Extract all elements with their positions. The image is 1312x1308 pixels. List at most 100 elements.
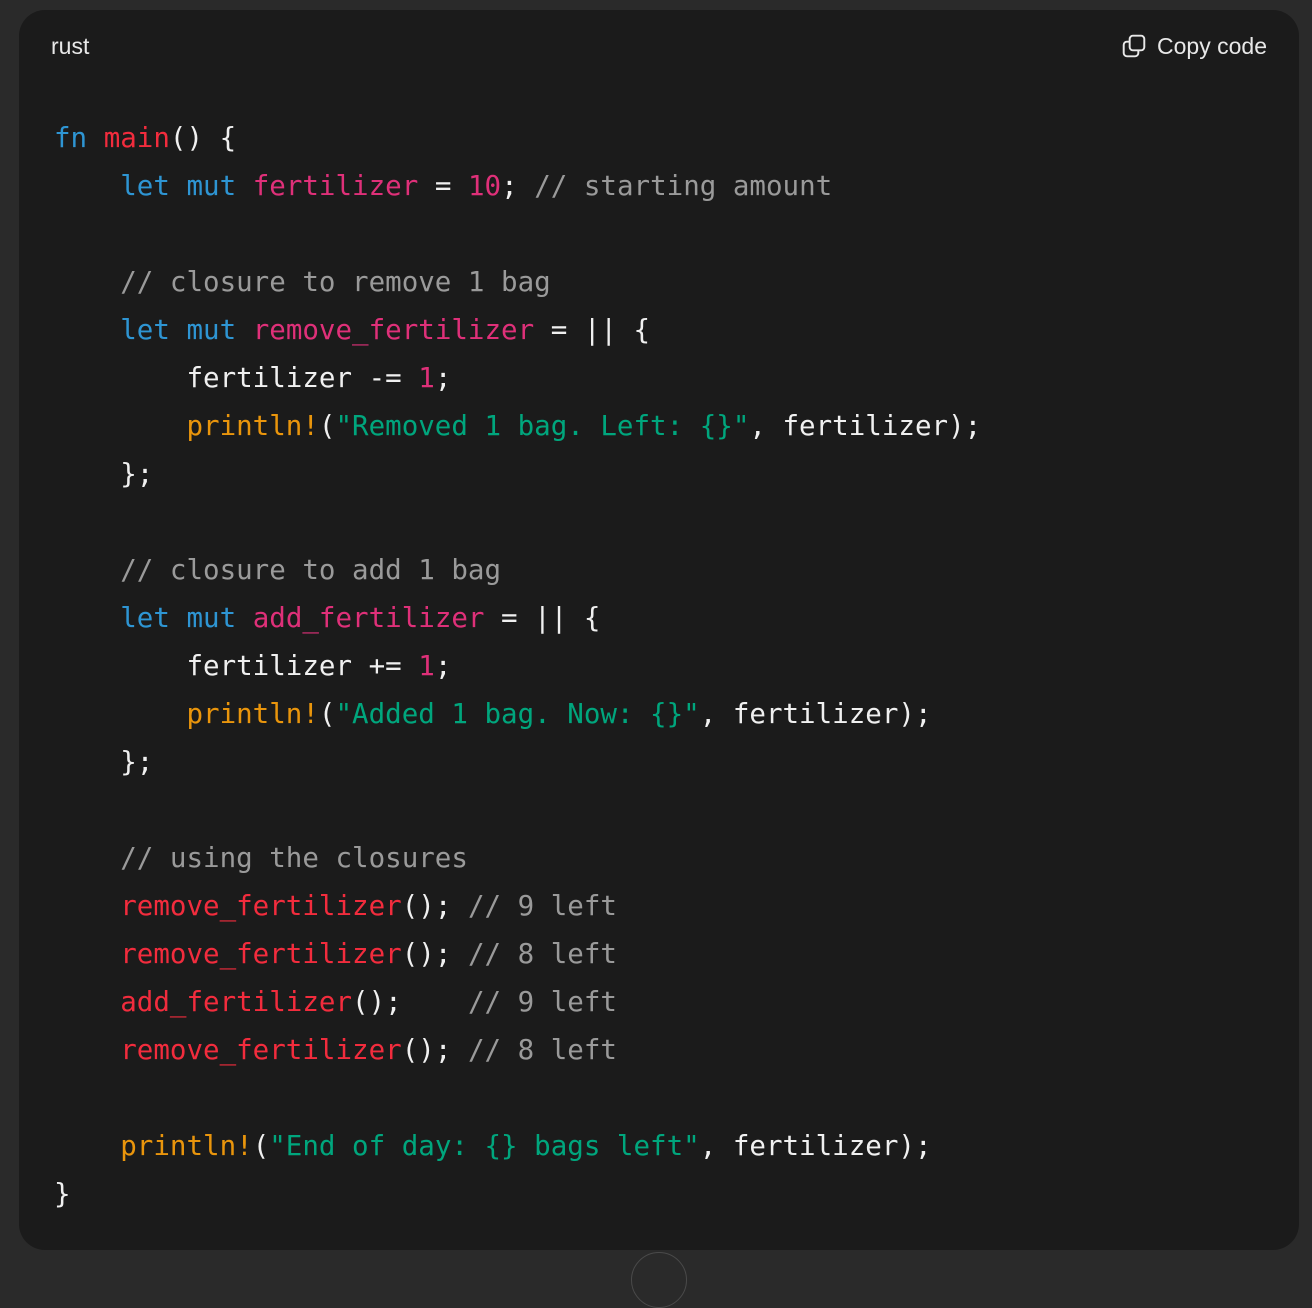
code-token: // closure to add 1 bag (120, 554, 502, 586)
code-token: }; (54, 458, 154, 490)
code-token: ; (501, 170, 535, 202)
code-token: mut (186, 602, 237, 634)
code-token: fertilizer -= (54, 362, 419, 394)
code-token: = (418, 170, 468, 202)
code-token: "Removed 1 bag. Left: {}" (335, 410, 750, 442)
code-line: }; (54, 738, 981, 786)
code-token: ( (318, 410, 336, 442)
copy-code-label: Copy code (1157, 33, 1267, 59)
code-token: remove_fertilizer (120, 938, 402, 970)
code-token: 1 (418, 362, 435, 394)
code-token: let (120, 170, 170, 202)
code-token: remove_fertilizer (120, 1034, 402, 1066)
code-token: , fertilizer); (749, 410, 982, 442)
code-line: let mut remove_fertilizer = || { (54, 306, 981, 354)
code-token: add_fertilizer (252, 602, 485, 634)
code-token: "End of day: {} bags left" (269, 1130, 700, 1162)
code-token: remove_fertilizer (120, 890, 402, 922)
code-token: ; (434, 362, 452, 394)
code-token: (); (401, 938, 468, 970)
copy-code-button[interactable]: Copy code (1121, 30, 1267, 62)
code-line: fertilizer += 1; (54, 642, 981, 690)
scroll-down-button[interactable] (631, 1252, 687, 1308)
code-line: // closure to remove 1 bag (54, 258, 981, 306)
code-block: rust Copy code fn main() { let mut ferti… (19, 10, 1299, 1250)
code-token: // 9 left (467, 890, 617, 922)
code-line: remove_fertilizer(); // 8 left (54, 1026, 981, 1074)
code-token: println! (186, 410, 319, 442)
code-token: = || { (484, 602, 601, 634)
code-line: add_fertilizer(); // 9 left (54, 978, 981, 1026)
code-token: , fertilizer); (699, 1130, 932, 1162)
code-token: let (120, 314, 170, 346)
code-line: println!("Added 1 bag. Now: {}", fertili… (54, 690, 981, 738)
code-token: // 8 left (467, 1034, 617, 1066)
code-line: }; (54, 450, 981, 498)
code-language-label: rust (51, 33, 90, 59)
code-token: () { (169, 122, 237, 154)
code-line: remove_fertilizer(); // 9 left (54, 882, 981, 930)
code-line: // closure to add 1 bag (54, 546, 981, 594)
code-token: println! (186, 698, 319, 730)
code-token: // closure to remove 1 bag (120, 266, 551, 298)
code-token: ( (252, 1130, 270, 1162)
code-token: let (120, 602, 170, 634)
code-token: // 8 left (467, 938, 617, 970)
code-line: } (54, 1170, 981, 1218)
code-token: // starting amount (534, 170, 833, 202)
code-token: (); (401, 1034, 468, 1066)
code-token: fertilizer += (54, 650, 419, 682)
code-token: (); (352, 986, 468, 1018)
code-token: fn (54, 122, 88, 154)
code-token: 1 (418, 650, 435, 682)
code-token: main (103, 122, 170, 154)
code-token: mut (186, 314, 237, 346)
code-token: "Added 1 bag. Now: {}" (335, 698, 700, 730)
code-token: , fertilizer); (699, 698, 932, 730)
code-token: add_fertilizer (120, 986, 353, 1018)
code-token: ; (434, 650, 452, 682)
code-token: ( (318, 698, 336, 730)
code-line: // using the closures (54, 834, 981, 882)
code-token: = || { (534, 314, 651, 346)
copy-icon (1122, 34, 1146, 58)
code-token: }; (54, 746, 154, 778)
code-token: remove_fertilizer (252, 314, 535, 346)
code-content: fn main() { let mut fertilizer = 10; // … (54, 114, 981, 1218)
code-block-header: rust Copy code (19, 10, 1299, 82)
code-line: println!("End of day: {} bags left", fer… (54, 1122, 981, 1170)
code-token: (); (401, 890, 468, 922)
code-token: fertilizer (252, 170, 419, 202)
code-token: // 9 left (467, 986, 617, 1018)
code-token: 10 (467, 170, 502, 202)
code-line: let mut add_fertilizer = || { (54, 594, 981, 642)
code-line: remove_fertilizer(); // 8 left (54, 930, 981, 978)
code-token: } (54, 1178, 71, 1210)
code-line: println!("Removed 1 bag. Left: {}", fert… (54, 402, 981, 450)
code-line: fn main() { (54, 114, 981, 162)
code-token: // using the closures (120, 842, 468, 874)
code-line: let mut fertilizer = 10; // starting amo… (54, 162, 981, 210)
